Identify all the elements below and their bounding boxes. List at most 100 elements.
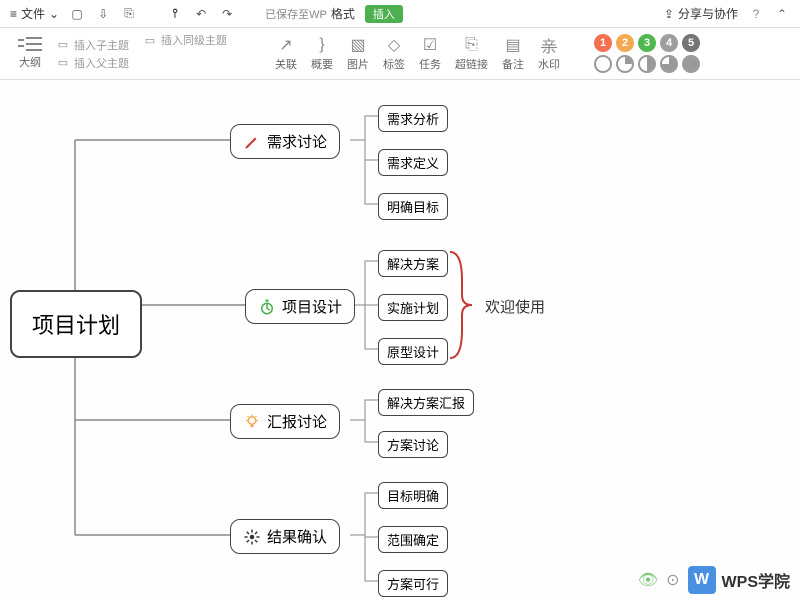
task-button[interactable]: ☑任务 [419,36,441,72]
progress-50[interactable] [638,55,656,73]
help-button[interactable]: ? [748,6,764,22]
insert-sibling-label: 插入同级主题 [161,32,227,48]
leaf-node[interactable]: 目标明确 [378,482,448,509]
image-button[interactable]: ▧图片 [347,36,369,72]
bottom-right-bar: 👁 ⊙ W WPS学院 [628,560,800,600]
chevron-down-icon: ⌄ [49,7,59,21]
branch-node-3[interactable]: 汇报讨论 [230,404,340,439]
progress-row [594,55,700,73]
note-label: 备注 [502,56,524,72]
summary-button[interactable]: }概要 [311,36,333,72]
wps-brand: W WPS学院 [688,566,790,594]
relation-button[interactable]: ↗ 关联 [275,36,297,72]
progress-75[interactable] [660,55,678,73]
child-icon: ▭ [56,38,70,52]
ribbon-toolbar: 大纲 ▭ 插入子主题 ▭插入父主题 ▭ 插入同级主题 ↗ 关联 }概要 ▧图片 ◇标签… [0,28,800,80]
branch-1-label: 需求讨论 [267,131,327,152]
leaf-label: 目标明确 [387,486,439,505]
top-toolbar: ≡ 文件 ⌄ ▢ ⇩ ⎘ ⫯ ↶ ↷ 已保存至WP 格式 插入 ⇪ 分享与协作 … [0,0,800,28]
leaf-label: 明确目标 [387,197,439,216]
branch-2-label: 项目设计 [282,296,342,317]
leaf-label: 范围确定 [387,530,439,549]
watermark-button[interactable]: 亲水印 [538,36,560,72]
outline-button[interactable]: 大纲 [18,37,42,70]
progress-25[interactable] [616,55,634,73]
priority-2[interactable]: 2 [616,34,634,52]
hyperlink-button[interactable]: ⎘ 超链接 [455,36,488,72]
relation-label: 关联 [275,56,297,72]
branch-node-4[interactable]: 结果确认 [230,519,340,554]
progress-0[interactable] [594,55,612,73]
leaf-label: 原型设计 [387,342,439,361]
eye-icon[interactable]: 👁 [638,570,658,590]
note-icon: ▤ [504,36,522,54]
leaf-node[interactable]: 明确目标 [378,193,448,220]
priority-1[interactable]: 1 [594,34,612,52]
pencil-icon [243,133,261,151]
stopwatch-icon [258,298,276,316]
branch-node-1[interactable]: 需求讨论 [230,124,340,159]
priority-3[interactable]: 3 [638,34,656,52]
branch-3-label: 汇报讨论 [267,411,327,432]
priority-4[interactable]: 4 [660,34,678,52]
leaf-node[interactable]: 解决方案 [378,250,448,277]
note-button[interactable]: ▤ 备注 [502,36,524,72]
leaf-label: 实施计划 [387,298,439,317]
leaf-node[interactable]: 解决方案汇报 [378,389,474,416]
leaf-node[interactable]: 范围确定 [378,526,448,553]
leaf-node[interactable]: 方案讨论 [378,431,448,458]
tag-icon: ◇ [385,36,403,54]
image-label: 图片 [347,56,369,72]
branch-4-label: 结果确认 [267,526,327,547]
callout-text[interactable]: 欢迎使用 [485,296,545,317]
root-label: 项目计划 [32,308,120,340]
insert-child-label: 插入子主题 [74,37,129,53]
format-paint-icon[interactable]: ⫯ [167,6,183,22]
branch-node-2[interactable]: 项目设计 [245,289,355,324]
leaf-node[interactable]: 实施计划 [378,294,448,321]
priority-colors: 1 2 3 4 5 [594,34,700,73]
leaf-node[interactable]: 原型设计 [378,338,448,365]
hyperlink-label: 超链接 [455,56,488,72]
task-label: 任务 [419,56,441,72]
leaf-node[interactable]: 方案可行 [378,570,448,597]
sibling-icon: ▭ [143,33,157,47]
bulb-icon [243,413,261,431]
priority-5[interactable]: 5 [682,34,700,52]
summary-label: 概要 [311,56,333,72]
tag-button[interactable]: ◇标签 [383,36,405,72]
redo-icon[interactable]: ↷ [219,6,235,22]
wps-brand-label: WPS学院 [722,568,790,592]
collapse-icon[interactable]: ⌃ [774,6,790,22]
download-icon[interactable]: ⇩ [95,6,111,22]
undo-icon[interactable]: ↶ [193,6,209,22]
leaf-node[interactable]: 需求分析 [378,105,448,132]
progress-100[interactable] [682,55,700,73]
menu-icon: ≡ [10,7,17,21]
new-icon[interactable]: ▢ [69,6,85,22]
link-icon: ⎘ [463,36,481,54]
insert-child-button[interactable]: ▭ 插入子主题 [56,37,129,53]
format-tab[interactable]: 格式 [331,5,355,22]
mindmap-canvas[interactable]: 项目计划 需求讨论 需求分析 需求定义 明确目标 项目设计 解决方案 实施计划 … [0,80,800,600]
share-label: 分享与协作 [678,5,738,22]
file-menu[interactable]: ≡ 文件 ⌄ [10,5,59,22]
insert-tab[interactable]: 插入 [365,5,403,23]
leaf-label: 方案可行 [387,574,439,593]
callout-label: 欢迎使用 [485,299,545,316]
target-icon[interactable]: ⊙ [666,570,679,590]
share-button[interactable]: ⇪ 分享与协作 [664,5,738,22]
insert-parent-button[interactable]: ▭插入父主题 [56,55,129,71]
share-icon: ⇪ [664,7,674,21]
leaf-label: 需求定义 [387,153,439,172]
outline-label: 大纲 [19,54,41,70]
root-node[interactable]: 项目计划 [10,290,142,358]
export-icon[interactable]: ⎘ [121,6,137,22]
insert-sibling-button[interactable]: ▭ 插入同级主题 [143,32,227,48]
leaf-node[interactable]: 需求定义 [378,149,448,176]
relation-icon: ↗ [277,36,295,54]
insert-parent-label: 插入父主题 [74,55,129,71]
watermark-label: 水印 [538,56,560,72]
leaf-label: 方案讨论 [387,435,439,454]
wps-logo-icon: W [688,566,716,594]
